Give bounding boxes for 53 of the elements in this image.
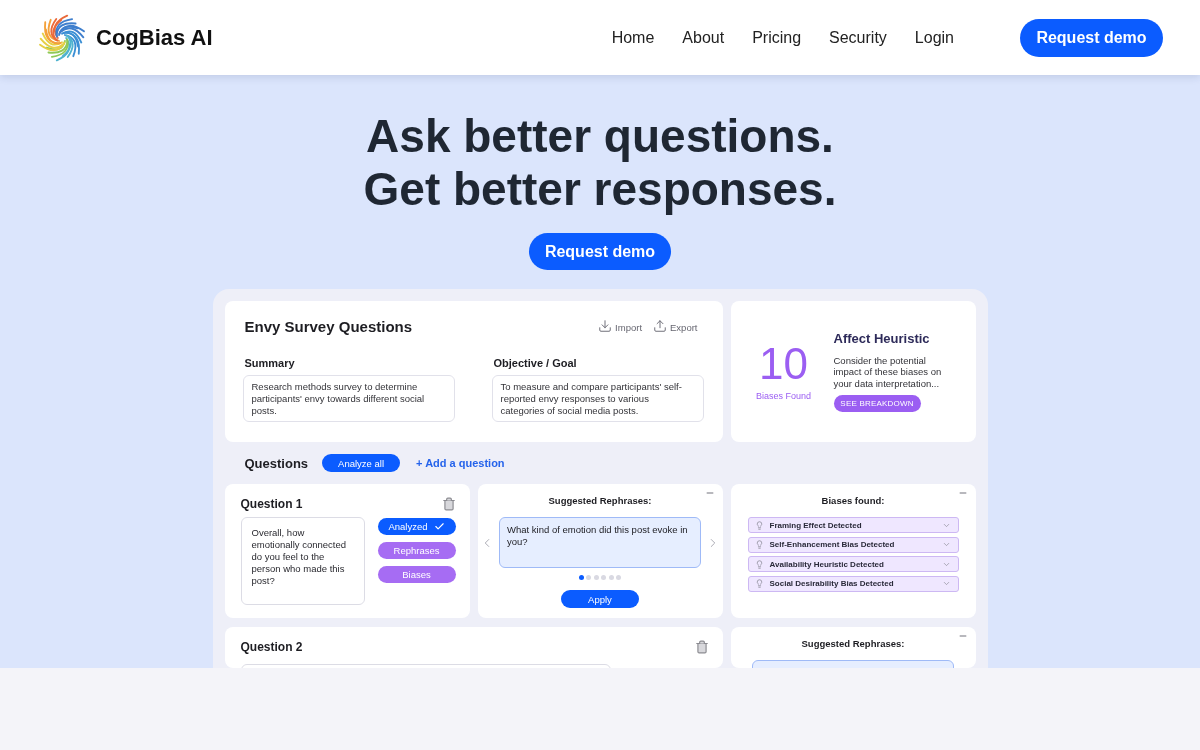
see-breakdown-button[interactable]: SEE BREAKDOWN	[833, 395, 921, 413]
question-title: Question 2	[240, 640, 303, 654]
page-dot-icon[interactable]	[608, 575, 614, 580]
analyzed-button[interactable]: Analyzed	[377, 518, 456, 535]
hero-heading: Ask better questions. Get better responses.	[363, 110, 837, 216]
page-dot-icon[interactable]	[601, 575, 607, 580]
download-icon	[598, 319, 613, 333]
nav-link[interactable]: Pricing	[752, 28, 802, 47]
suggestion-box[interactable]: What kind of emotion did this post evoke in you?	[499, 517, 701, 568]
bias-accordion-item[interactable]: Social Desirability Bias Detected	[747, 575, 959, 592]
request-demo-button[interactable]: Request demo	[529, 233, 671, 270]
question-textbox[interactable]: Overall, how emotionally connected do you feel to the person who made this post?	[240, 517, 365, 605]
bias-description: Consider the potential impact of these biases on your data interpretation...	[833, 354, 943, 390]
apply-button[interactable]: Apply	[561, 590, 639, 608]
trash-icon[interactable]	[441, 497, 456, 511]
import-button[interactable]: Import	[598, 319, 643, 333]
lightbulb-icon	[754, 540, 764, 549]
lightbulb-icon	[754, 520, 764, 530]
export-button[interactable]: Export	[653, 319, 698, 333]
nav-link[interactable]: Home	[611, 28, 655, 47]
bias-count-label: Biases Found	[755, 391, 811, 401]
bias-title: Affect Heuristic	[833, 330, 930, 346]
page-dot-icon[interactable]	[586, 575, 592, 580]
field-label: Objective / Goal	[493, 357, 578, 369]
nav-link[interactable]: Security	[829, 28, 887, 47]
lightbulb-icon	[754, 559, 764, 569]
brand-name[interactable]: CogBias AI	[96, 24, 213, 51]
analyze-all-button[interactable]: Analyze all	[322, 454, 401, 472]
bias-accordion-item[interactable]: Self-Enhancement Bias Detected	[747, 536, 959, 553]
question-title: Question 1	[240, 497, 303, 511]
page-dot-icon[interactable]	[593, 575, 599, 580]
textarea-field[interactable]: Research methods survey to determine participants' envy towards different social posts.	[242, 375, 455, 422]
page-dot-icon[interactable]	[616, 575, 622, 580]
nav-link[interactable]: Login	[914, 28, 954, 47]
textarea-field[interactable]: To measure and compare participants' self-reported envy responses to various categories of social media posts.	[491, 375, 704, 422]
field-label: Summary	[244, 357, 296, 369]
upload-icon	[653, 319, 668, 333]
bias-accordion-item[interactable]: Framing Effect Detected	[747, 517, 959, 533]
page-dot-icon[interactable]	[578, 575, 584, 580]
lightbulb-icon	[754, 579, 764, 588]
panel-title: Biases found:	[820, 495, 886, 507]
request-demo-button[interactable]: Request demo	[1020, 18, 1163, 57]
survey-title: Envy Survey Questions	[244, 317, 413, 335]
section-title: Questions	[244, 455, 309, 471]
panel-title: Suggested Rephrases:	[800, 638, 906, 650]
bias-accordion-item[interactable]: Availability Heuristic Detected	[747, 556, 959, 572]
bias-count: 10	[759, 342, 808, 386]
panel-title: Suggested Rephrases:	[547, 495, 653, 507]
add-question-link[interactable]: + Add a question	[416, 457, 505, 469]
nav-link[interactable]: About	[682, 28, 725, 47]
trash-icon[interactable]	[694, 640, 709, 654]
check-icon	[433, 521, 445, 532]
logo-icon[interactable]	[38, 13, 86, 62]
